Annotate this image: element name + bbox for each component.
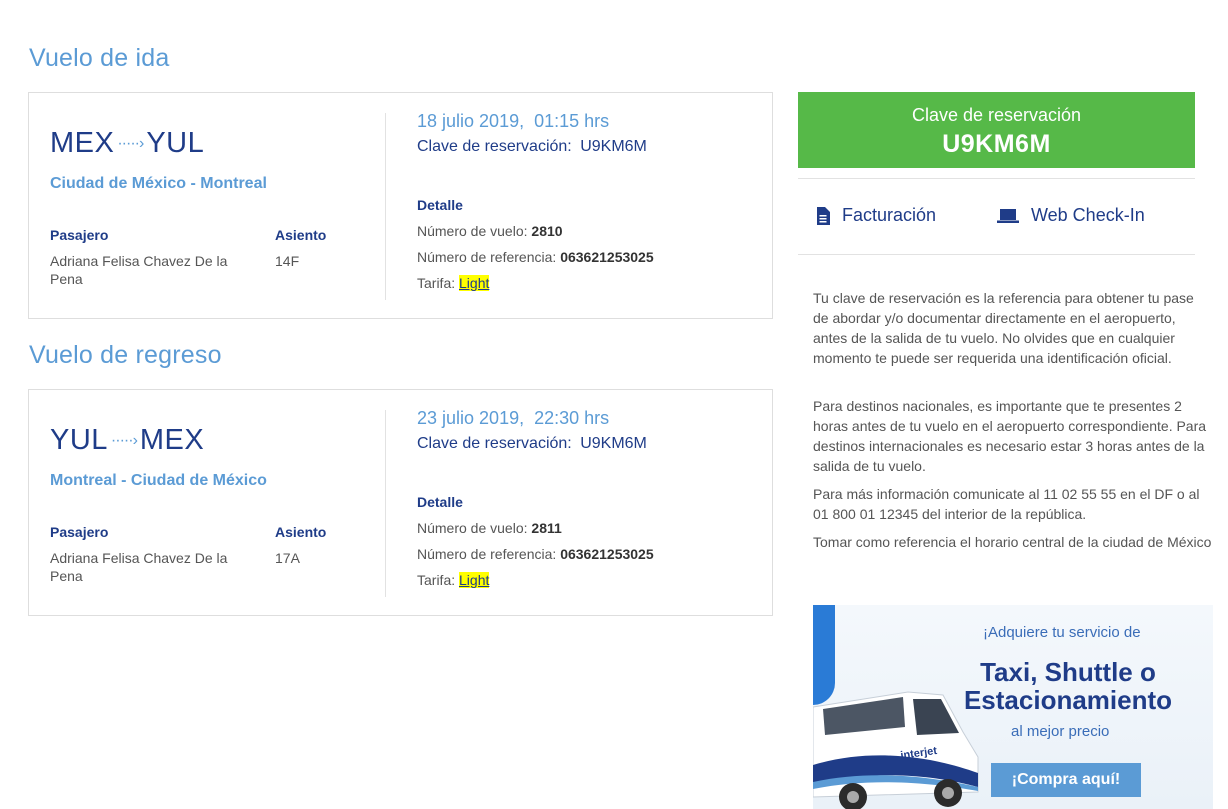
detail-title: Detalle [417,197,463,213]
fare-row: Tarifa: Light [417,275,490,291]
flight-datetime: 18 julio 2019, 01:15 hrs [417,111,610,131]
card-divider [385,113,386,300]
destination-code: MEX [139,424,205,456]
clave-label: Clave de reservación: [417,435,572,452]
flight-number-label: Número de vuelo: [417,520,528,536]
clave-value: U9KM6M [580,435,647,452]
destination-code: YUL [146,127,205,159]
web-checkin-label: Web Check-In [1031,205,1145,225]
clave-label: Clave de reservación: [417,138,572,155]
reference-label: Número de referencia: [417,249,557,265]
fare-label: Tarifa: [417,572,456,588]
flight-datetime: 23 julio 2019, 22:30 hrs [417,408,610,428]
seat-label: Asiento [275,227,327,243]
seat-label: Asiento [275,524,327,540]
seat-value: 17A [275,550,300,566]
reservation-code-box: Clave de reservación U9KM6M [798,92,1195,168]
promo-line-1: ¡Adquiere tu servicio de [983,624,1141,641]
outbound-route: MEX ·····› YUL [50,127,204,160]
seat-value: 14F [275,253,300,269]
reference-row: Número de referencia: 063621253025 [417,546,654,562]
return-flight-card: YUL ·····› MEX Montreal - Ciudad de Méxi… [28,389,773,616]
clave-value: U9KM6M [580,138,647,155]
origin-code: YUL [50,424,108,456]
fare-label: Tarifa: [417,275,456,291]
flight-number-label: Número de vuelo: [417,223,528,239]
return-section-title: Vuelo de regreso [29,341,222,369]
route-cities: Ciudad de México - Montreal [50,175,267,192]
route-cities: Montreal - Ciudad de México [50,472,267,489]
outbound-flight-card: MEX ·····› YUL Ciudad de México - Montre… [28,92,773,319]
passenger-label: Pasajero [50,227,109,243]
detail-title: Detalle [417,494,463,510]
card-divider [385,410,386,597]
divider [798,254,1195,255]
info-paragraph: Para más información comunicate al 11 02… [813,486,1200,522]
origin-code: MEX [50,127,115,159]
passenger-label: Pasajero [50,524,109,540]
divider [798,178,1195,179]
clave-line: Clave de reservación: U9KM6M [417,138,647,156]
info-paragraph: Para destinos nacionales, es importante … [813,398,1207,474]
flight-number-row: Número de vuelo: 2810 [417,223,563,239]
flight-number-value: 2811 [531,520,562,536]
outbound-section-title: Vuelo de ida [29,44,170,72]
route-arrow-icon: ·····› [117,134,144,152]
reference-value: 063621253025 [560,546,654,562]
clave-line: Clave de reservación: U9KM6M [417,435,647,453]
buy-here-button[interactable]: ¡Compra aquí! [991,763,1141,797]
reference-value: 063621253025 [560,249,654,265]
route-arrow-icon: ·····› [110,431,138,449]
promo-line-3: al mejor precio [1011,723,1110,740]
fare-row: Tarifa: Light [417,572,490,588]
flight-number-value: 2810 [531,223,563,239]
billing-label: Facturación [842,205,937,225]
passenger-name: Adriana Felisa Chavez De la Pena [50,253,228,287]
billing-link[interactable]: Facturación [816,205,936,226]
transport-promo-banner[interactable]: interjet ¡Adquiere tu servicio de Taxi, … [813,605,1213,809]
reservation-code-value: U9KM6M [942,130,1051,158]
fare-link[interactable]: Light [459,275,490,291]
reservation-code-title: Clave de reservación [911,105,1082,125]
document-icon [817,206,830,225]
laptop-icon [997,208,1019,223]
reference-row: Número de referencia: 063621253025 [417,249,654,265]
reference-label: Número de referencia: [417,546,557,562]
web-checkin-link[interactable]: Web Check-In [997,205,1145,226]
info-paragraph: Tu clave de reservación es la referencia… [813,290,1194,366]
fare-link[interactable]: Light [459,572,490,588]
info-paragraph: Tomar como referencia el horario central… [813,534,1212,550]
return-route: YUL ·····› MEX [50,424,204,457]
passenger-name: Adriana Felisa Chavez De la Pena [50,550,228,584]
promo-headline: Taxi, Shuttle o Estacionamiento [963,657,1173,715]
flight-number-row: Número de vuelo: 2811 [417,520,562,536]
